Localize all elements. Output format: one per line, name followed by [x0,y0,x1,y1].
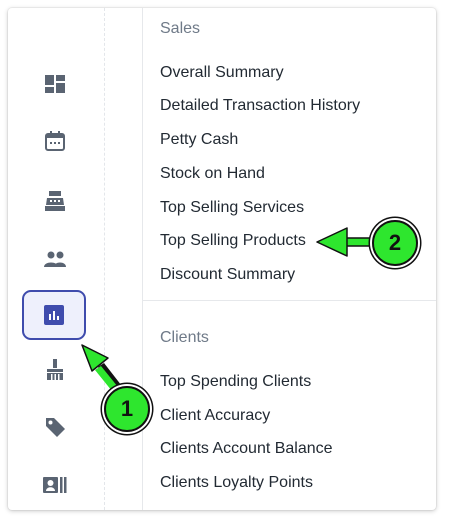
callout-badge-1: 1 [104,386,150,432]
callout-badge-2: 2 [372,220,418,266]
callout-arrow-2 [316,227,373,257]
